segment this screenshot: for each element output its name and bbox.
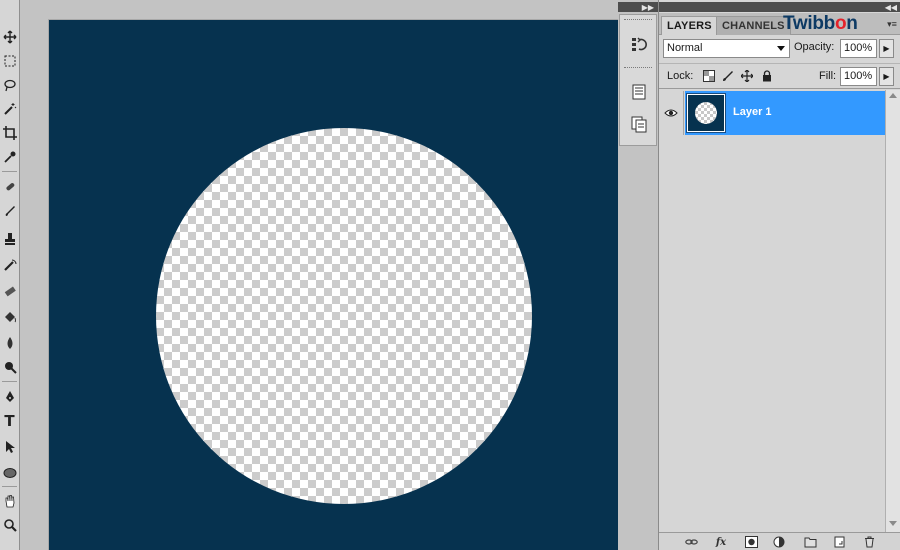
thumbnail-transparent-circle xyxy=(695,102,717,124)
layer-name[interactable]: Layer 1 xyxy=(733,106,772,118)
blend-mode-value: Normal xyxy=(667,42,703,54)
eyedropper-tool-icon[interactable] xyxy=(0,146,19,168)
lasso-tool-icon[interactable] xyxy=(0,74,19,96)
hand-tool-icon[interactable] xyxy=(0,490,19,512)
transparent-circle-area xyxy=(156,128,532,504)
opacity-slider-button[interactable]: ▶ xyxy=(879,39,894,58)
panel-grip[interactable] xyxy=(624,67,652,69)
panel-grip[interactable] xyxy=(624,19,652,21)
new-layer-icon[interactable] xyxy=(831,535,847,549)
brush-tool-icon[interactable] xyxy=(0,200,19,222)
path-selection-tool-icon[interactable] xyxy=(0,436,19,458)
eye-icon xyxy=(664,109,678,117)
shape-tool-icon[interactable] xyxy=(0,462,19,484)
lock-transparent-pixels-icon[interactable] xyxy=(702,69,715,82)
layer-comps-panel-icon[interactable] xyxy=(628,113,650,135)
history-brush-tool-icon[interactable] xyxy=(0,254,19,276)
move-tool-icon[interactable] xyxy=(0,26,19,48)
scroll-down-icon[interactable] xyxy=(889,521,897,526)
mini-dock-panel xyxy=(619,14,657,146)
fill-slider-button[interactable]: ▶ xyxy=(879,67,894,86)
toolbox-divider xyxy=(2,486,17,487)
pen-tool-icon[interactable] xyxy=(0,386,19,408)
toolbox-divider xyxy=(2,171,17,172)
layer-visibility-toggle[interactable] xyxy=(659,91,684,135)
dodge-tool-icon[interactable] xyxy=(0,356,19,378)
chevron-down-icon xyxy=(777,46,785,51)
lock-label: Lock: xyxy=(667,70,694,82)
crop-tool-icon[interactable] xyxy=(0,122,19,144)
tab-layers[interactable]: LAYERS xyxy=(661,16,718,35)
tools-panel: T xyxy=(0,0,20,550)
blend-mode-select[interactable]: Normal xyxy=(663,39,790,58)
watermark-text: n xyxy=(846,13,858,34)
panel-menu-icon[interactable]: ▾≡ xyxy=(885,18,899,30)
layers-scrollbar[interactable] xyxy=(885,90,900,532)
layers-list: Layer 1 xyxy=(659,90,885,532)
watermark-text: o xyxy=(834,13,847,34)
layer-mask-icon[interactable] xyxy=(743,535,759,549)
fill-label: Fill: xyxy=(819,70,837,82)
blur-tool-icon[interactable] xyxy=(0,332,19,354)
panel-tab-bar: LAYERS CHANNELS Twibbon ▾≡ xyxy=(659,13,900,35)
lock-row: Lock: Fill: 100% ▶ xyxy=(659,63,900,89)
adjustment-layer-icon[interactable] xyxy=(771,535,787,549)
layers-panel: ◀◀ LAYERS CHANNELS Twibbon ▾≡ Normal Opa… xyxy=(658,0,900,550)
layer-style-button[interactable]: fx xyxy=(713,535,729,549)
zoom-tool-icon[interactable] xyxy=(0,514,19,536)
clone-stamp-tool-icon[interactable] xyxy=(0,228,19,250)
healing-brush-tool-icon[interactable] xyxy=(0,176,19,198)
info-panel-icon[interactable] xyxy=(628,81,650,103)
fill-input[interactable]: 100% xyxy=(840,67,877,86)
layer-selected-highlight[interactable]: Layer 1 xyxy=(685,91,885,135)
history-panel-icon[interactable] xyxy=(628,33,650,55)
layer-row[interactable]: Layer 1 xyxy=(659,91,885,135)
lock-image-pixels-icon[interactable] xyxy=(721,69,734,82)
layers-bottom-toolbar: fx xyxy=(659,532,900,550)
new-group-icon[interactable] xyxy=(802,535,818,549)
expand-dock-button[interactable]: ▶▶ xyxy=(618,2,658,12)
twibbon-watermark-logo: Twibbon xyxy=(783,13,858,35)
type-tool-icon[interactable]: T xyxy=(0,410,19,432)
lock-position-icon[interactable] xyxy=(740,69,753,82)
collapsed-panel-dock: ▶▶ xyxy=(618,0,658,550)
magic-wand-tool-icon[interactable] xyxy=(0,98,19,120)
marquee-tool-icon[interactable] xyxy=(0,50,19,72)
scroll-up-icon[interactable] xyxy=(889,93,897,98)
eraser-tool-icon[interactable] xyxy=(0,280,19,302)
lock-all-icon[interactable] xyxy=(760,69,773,82)
layer-thumbnail xyxy=(686,93,726,133)
delete-layer-icon[interactable] xyxy=(861,535,877,549)
opacity-label: Opacity: xyxy=(794,41,835,53)
paint-bucket-tool-icon[interactable] xyxy=(0,306,19,328)
tab-channels[interactable]: CHANNELS xyxy=(716,16,791,35)
document-workspace xyxy=(20,0,639,550)
toolbox-divider xyxy=(2,381,17,382)
blend-mode-row: Normal Opacity: 100% ▶ xyxy=(659,36,900,62)
watermark-text: Twibb xyxy=(783,13,835,34)
document-canvas[interactable] xyxy=(49,20,639,550)
link-layers-icon[interactable] xyxy=(683,535,699,549)
collapse-panel-button[interactable]: ◀◀ xyxy=(659,2,900,12)
opacity-input[interactable]: 100% xyxy=(840,39,877,58)
